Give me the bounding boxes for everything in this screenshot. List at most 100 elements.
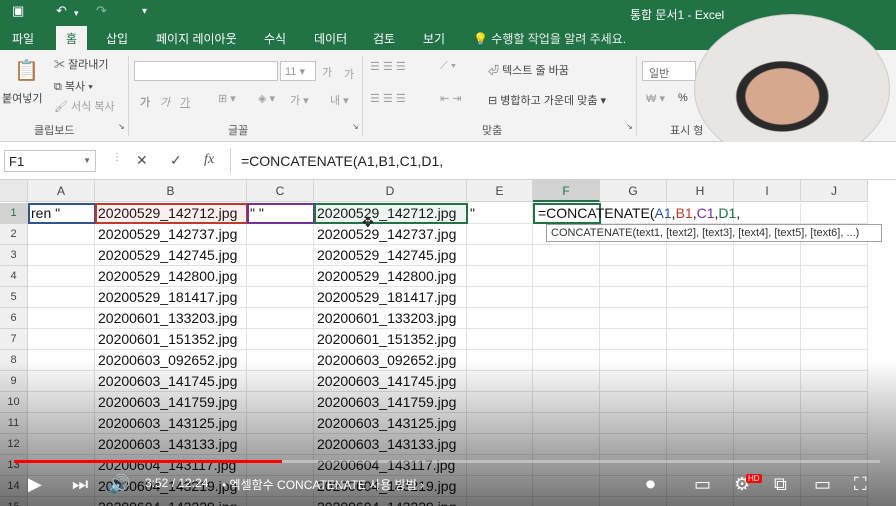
cell-a2[interactable] xyxy=(28,224,95,245)
cell-b3[interactable]: 20200529_142745.jpg xyxy=(95,245,247,266)
align-top-icon[interactable]: ☰ ☰ ☰ xyxy=(370,60,406,73)
tell-me-box[interactable]: 💡 수행할 작업을 알려 주세요. xyxy=(473,30,626,47)
cell-f5[interactable] xyxy=(533,287,600,308)
paste-icon[interactable]: 📋 xyxy=(14,58,39,83)
wrap-text-button[interactable]: ⏎ 텍스트 줄 바꿈 xyxy=(488,62,569,78)
tab-view[interactable]: 보기 xyxy=(423,30,445,47)
currency-icon[interactable]: ₩ ▾ xyxy=(646,92,665,105)
cell-f3[interactable] xyxy=(533,245,600,266)
cell-b6[interactable]: 20200601_133203.jpg xyxy=(95,308,247,329)
cell-i6[interactable] xyxy=(734,308,801,329)
cell-h3[interactable] xyxy=(667,245,734,266)
tab-review[interactable]: 검토 xyxy=(373,30,395,47)
cell-g3[interactable] xyxy=(600,245,667,266)
cell-d5[interactable]: 20200529_181417.jpg xyxy=(314,287,467,308)
cell-b4[interactable]: 20200529_142800.jpg xyxy=(95,266,247,287)
percent-button[interactable]: % xyxy=(678,92,688,104)
cell-h7[interactable] xyxy=(667,329,734,350)
cell-d4[interactable]: 20200529_142800.jpg xyxy=(314,266,467,287)
column-header-f[interactable]: F xyxy=(533,180,600,202)
number-format-dropdown[interactable]: 일반 xyxy=(642,61,696,81)
paste-button[interactable]: 붙여넣기 xyxy=(2,90,42,106)
cell-j1[interactable] xyxy=(801,203,868,224)
row-header[interactable]: 4 xyxy=(0,266,28,287)
cell-g5[interactable] xyxy=(600,287,667,308)
cell-c6[interactable] xyxy=(247,308,314,329)
cell-a6[interactable] xyxy=(28,308,95,329)
chapter-title[interactable]: • 엑셀함수 CONCATENATE 사용 방법 › xyxy=(222,476,424,493)
column-header-b[interactable]: B xyxy=(95,180,247,202)
cell-e4[interactable] xyxy=(467,266,533,287)
indent-icon[interactable]: ⇤ ⇥ xyxy=(440,92,462,105)
play-icon[interactable]: ▶ xyxy=(28,474,42,495)
tab-formulas[interactable]: 수식 xyxy=(264,30,286,47)
cell-a3[interactable] xyxy=(28,245,95,266)
column-header-j[interactable]: J xyxy=(801,180,868,202)
enter-icon[interactable]: ✓ xyxy=(170,152,182,169)
undo-icon[interactable]: ↶ xyxy=(56,3,67,19)
column-header-c[interactable]: C xyxy=(247,180,314,202)
italic-button[interactable]: 가 xyxy=(160,94,170,110)
cell-e3[interactable] xyxy=(467,245,533,266)
cell-c7[interactable] xyxy=(247,329,314,350)
column-header-h[interactable]: H xyxy=(667,180,734,202)
cell-e6[interactable] xyxy=(467,308,533,329)
customize-qat-icon[interactable]: ▾ xyxy=(142,6,147,17)
fullscreen-icon[interactable]: ⛶ xyxy=(854,474,867,495)
grow-font-button[interactable]: 가 xyxy=(322,64,332,80)
font-launcher-icon[interactable]: ↘ xyxy=(352,122,359,131)
cell-g7[interactable] xyxy=(600,329,667,350)
active-cell-editor[interactable]: =CONCATENATE(A1,B1,C1,D1, xyxy=(535,203,743,224)
redo-icon[interactable]: ↷ xyxy=(96,3,107,19)
cell-f6[interactable] xyxy=(533,308,600,329)
cell-i3[interactable] xyxy=(734,245,801,266)
cell-f4[interactable] xyxy=(533,266,600,287)
tab-file[interactable]: 파일 xyxy=(12,30,34,47)
cell-d6[interactable]: 20200601_133203.jpg xyxy=(314,308,467,329)
undo-dropdown-icon[interactable]: ▾ xyxy=(74,8,79,19)
cell-h4[interactable] xyxy=(667,266,734,287)
row-header[interactable]: 3 xyxy=(0,245,28,266)
cell-i1[interactable] xyxy=(734,203,801,224)
cell-g4[interactable] xyxy=(600,266,667,287)
font-color-icon[interactable]: 가 ▾ xyxy=(290,92,309,108)
tab-insert[interactable]: 삽입 xyxy=(106,30,128,47)
align-left-icon[interactable]: ☰ ☰ ☰ xyxy=(370,92,406,105)
save-icon[interactable]: ▣ xyxy=(12,3,24,19)
cell-c4[interactable] xyxy=(247,266,314,287)
fill-color-icon[interactable]: ◈ ▾ xyxy=(258,92,275,105)
row-header[interactable]: 7 xyxy=(0,329,28,350)
clipboard-launcher-icon[interactable]: ↘ xyxy=(118,122,125,131)
tab-home[interactable]: 홈 xyxy=(56,26,88,50)
format-painter-button[interactable]: 🖌 서식 복사 xyxy=(54,98,115,114)
cell-b5[interactable]: 20200529_181417.jpg xyxy=(95,287,247,308)
cell-g6[interactable] xyxy=(600,308,667,329)
cell-i7[interactable] xyxy=(734,329,801,350)
column-header-e[interactable]: E xyxy=(467,180,533,202)
shrink-font-button[interactable]: 가 xyxy=(344,66,354,82)
row-header[interactable]: 1 xyxy=(0,203,28,224)
captions-icon[interactable]: ▭ xyxy=(694,474,711,495)
cell-i5[interactable] xyxy=(734,287,801,308)
cell-c5[interactable] xyxy=(247,287,314,308)
formula-input[interactable]: =CONCATENATE(A1,B1,C1,D1, xyxy=(230,148,896,174)
column-header-g[interactable]: G xyxy=(600,180,667,202)
cell-h5[interactable] xyxy=(667,287,734,308)
insert-function-icon[interactable]: fx xyxy=(204,152,214,168)
cell-j4[interactable] xyxy=(801,266,868,287)
theater-mode-icon[interactable]: ▭ xyxy=(814,474,831,495)
cell-b2[interactable]: 20200529_142737.jpg xyxy=(95,224,247,245)
row-header[interactable]: 2 xyxy=(0,224,28,245)
cell-c3[interactable] xyxy=(247,245,314,266)
row-header[interactable]: 5 xyxy=(0,287,28,308)
cell-e2[interactable] xyxy=(467,224,533,245)
copy-button[interactable]: ⧉ 복사 ▾ xyxy=(54,78,93,94)
name-box[interactable]: F1 ▼ xyxy=(4,150,96,172)
volume-icon[interactable]: 🔊 xyxy=(108,474,130,495)
cell-j6[interactable] xyxy=(801,308,868,329)
cut-button[interactable]: ✂ 잘라내기 xyxy=(54,56,109,72)
select-all-corner[interactable] xyxy=(0,180,28,202)
font-name-dropdown[interactable] xyxy=(134,61,278,81)
phonetic-icon[interactable]: 내 ▾ xyxy=(330,92,349,108)
cell-f7[interactable] xyxy=(533,329,600,350)
